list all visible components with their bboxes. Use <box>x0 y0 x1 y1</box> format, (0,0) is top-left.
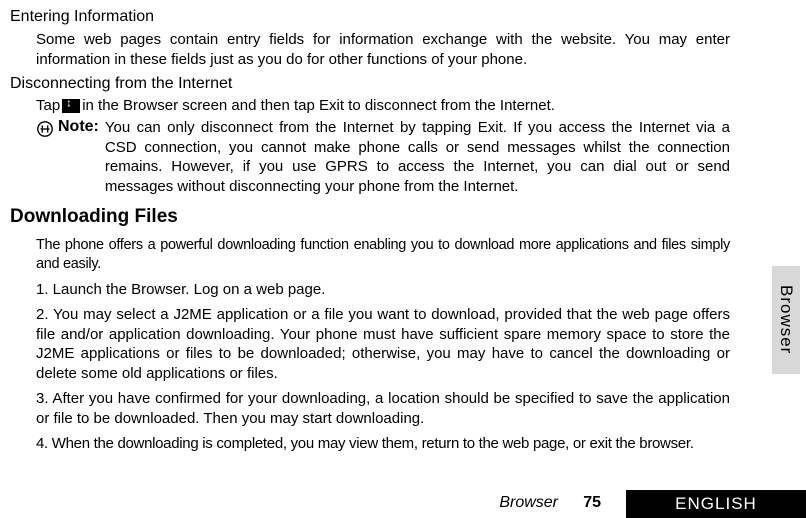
step-1: 1. Launch the Browser. Log on a web page… <box>36 280 730 300</box>
downloading-intro: The phone offers a powerful downloading … <box>36 236 730 274</box>
tap-prefix: Tap <box>36 97 60 114</box>
side-tab-label: Browser <box>776 285 796 354</box>
step-3: 3. After you have confirmed for your dow… <box>36 389 730 428</box>
note-block: Note: You can only disconnect from the I… <box>36 118 730 196</box>
entering-info-title: Entering Information <box>10 8 730 26</box>
footer-page-number: 75 <box>583 494 601 512</box>
entering-info-body: Some web pages contain entry fields for … <box>36 30 730 69</box>
disconnecting-title: Disconnecting from the Internet <box>10 75 730 93</box>
note-icon <box>36 120 54 138</box>
exit-icon <box>62 99 80 113</box>
note-label: Note: <box>58 118 99 196</box>
footer-section: Browser <box>499 494 558 512</box>
page-content: Entering Information Some web pages cont… <box>10 8 730 454</box>
footer: Browser 75 ENGLISH <box>0 488 806 518</box>
step-2: 2. You may select a J2ME application or … <box>36 305 730 383</box>
side-tab: Browser <box>772 266 800 374</box>
note-text: You can only disconnect from the Interne… <box>105 118 730 196</box>
disconnecting-tap-line: Tap in the Browser screen and then tap E… <box>36 97 730 114</box>
step-4: 4. When the downloading is completed, yo… <box>36 434 730 454</box>
tap-suffix: in the Browser screen and then tap Exit … <box>82 97 555 114</box>
footer-language: ENGLISH <box>626 490 806 518</box>
downloading-title: Downloading Files <box>10 206 730 228</box>
